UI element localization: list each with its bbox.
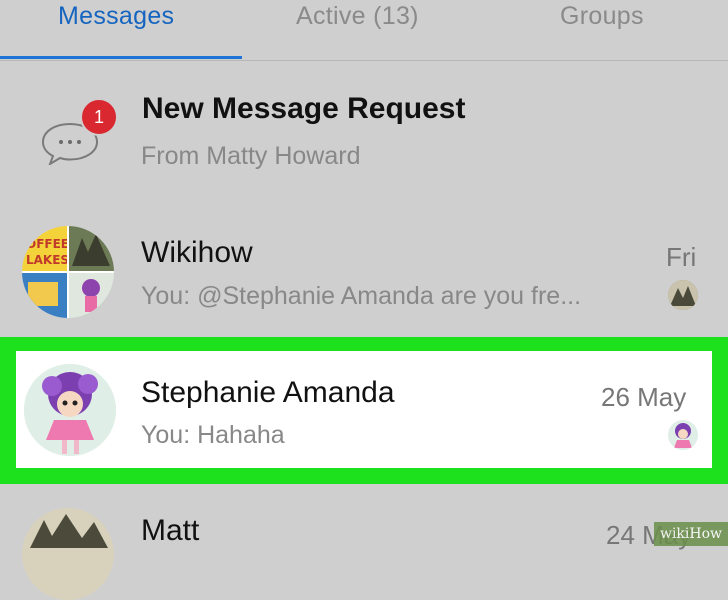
seen-avatar bbox=[668, 420, 698, 450]
active-tab-indicator bbox=[0, 56, 242, 59]
seen-avatar bbox=[668, 280, 698, 310]
sketch-avatar bbox=[22, 508, 114, 600]
wikihow-watermark: wikiHow bbox=[654, 522, 728, 546]
group-collage-avatar: OFFEE LAKES! bbox=[22, 226, 114, 318]
request-title: New Message Request bbox=[142, 92, 466, 125]
conversation-name: Stephanie Amanda bbox=[141, 376, 395, 409]
tab-bar: Messages Active (13) Groups bbox=[0, 0, 728, 61]
conversation-time: 26 May bbox=[601, 382, 687, 412]
conversation-preview: You: Hahaha bbox=[141, 421, 285, 449]
tab-messages[interactable]: Messages bbox=[58, 2, 174, 31]
unread-badge: 1 bbox=[80, 98, 118, 136]
conversation-name: Wikihow bbox=[141, 236, 253, 269]
tab-active[interactable]: Active (13) bbox=[296, 2, 419, 31]
doll-avatar bbox=[24, 364, 116, 456]
conversation-preview: You: @Stephanie Amanda are you fre... bbox=[141, 282, 582, 310]
conversation-time: Fri bbox=[666, 242, 697, 272]
conversation-name: Matt bbox=[141, 514, 200, 547]
request-subtitle: From Matty Howard bbox=[141, 142, 361, 170]
tab-groups[interactable]: Groups bbox=[560, 2, 644, 31]
